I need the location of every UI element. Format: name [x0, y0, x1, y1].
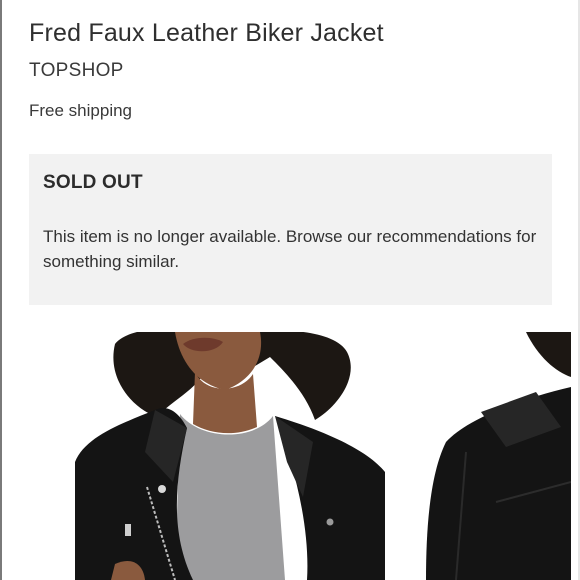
shipping-info: Free shipping: [29, 101, 133, 120]
brand-link[interactable]: TOPSHOP: [29, 60, 124, 82]
model-jacket-back-illustration: [426, 332, 571, 580]
sold-out-message: This item is no longer available. Browse…: [43, 227, 537, 271]
sold-out-heading: SOLD OUT: [43, 172, 143, 193]
product-title: Fred Faux Leather Biker Jacket: [29, 19, 384, 47]
product-image-next[interactable]: [426, 332, 571, 580]
model-jacket-illustration: [75, 332, 385, 580]
product-image-gallery[interactable]: [0, 332, 580, 580]
sold-out-notice: SOLD OUT This item is no longer availabl…: [29, 154, 552, 305]
product-image-main[interactable]: [75, 332, 385, 580]
